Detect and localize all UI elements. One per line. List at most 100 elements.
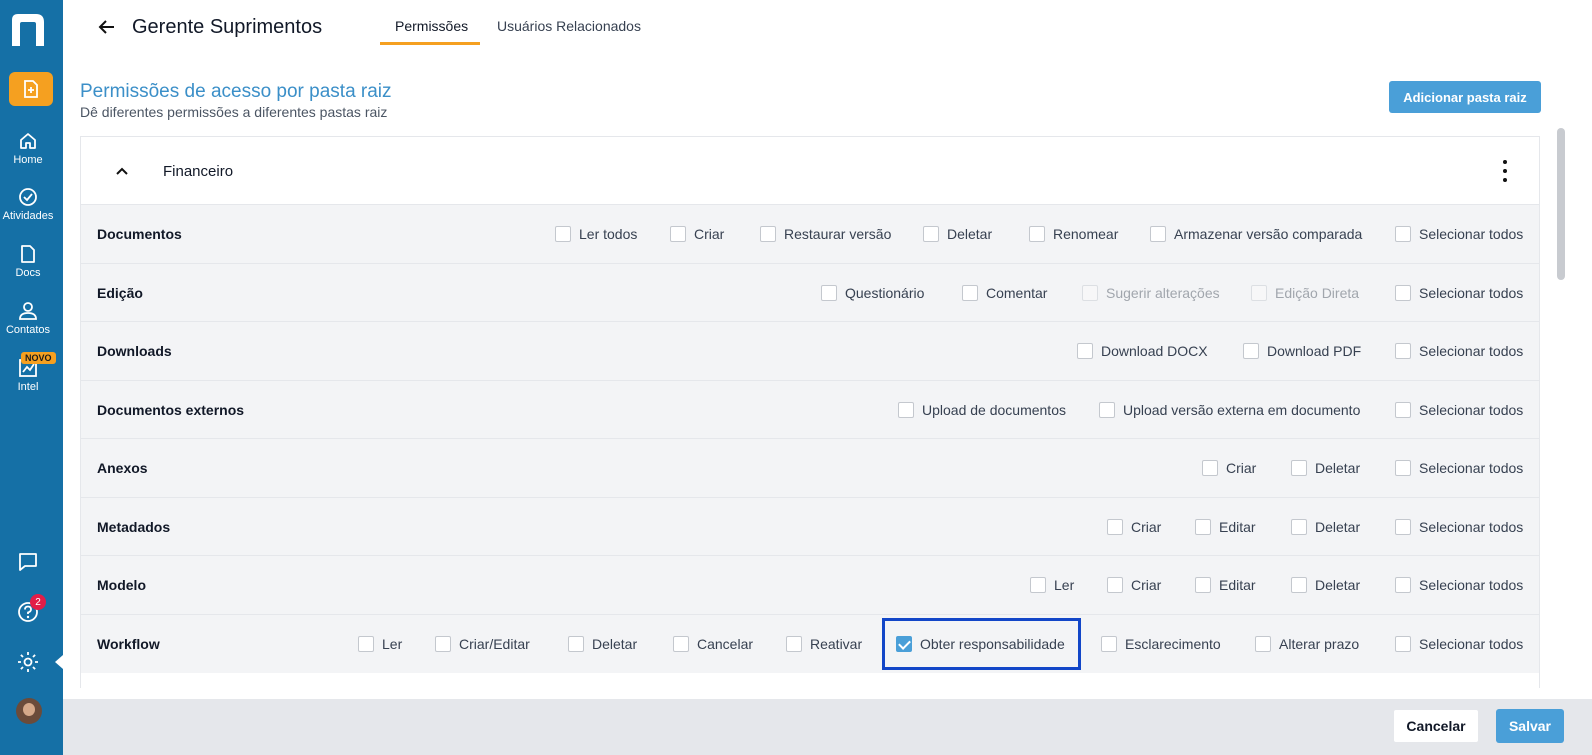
checkbox[interactable] (1395, 460, 1411, 476)
checkbox[interactable] (962, 285, 978, 301)
checkbox[interactable] (1077, 343, 1093, 359)
checkbox[interactable] (1395, 519, 1411, 535)
checkbox[interactable] (670, 226, 686, 242)
checkbox-label: Armazenar versão comparada (1174, 226, 1363, 242)
checkbox[interactable] (1101, 636, 1117, 652)
checkbox[interactable] (1395, 285, 1411, 301)
scrollbar[interactable] (1557, 128, 1565, 280)
checkbox[interactable] (760, 226, 776, 242)
permission-option[interactable]: Reativar (786, 634, 862, 654)
checkbox[interactable] (1030, 577, 1046, 593)
folder-header[interactable]: Financeiro (81, 137, 1539, 204)
permission-option[interactable]: Selecionar todos (1395, 575, 1523, 595)
checkbox[interactable] (1255, 636, 1271, 652)
permission-option[interactable]: Deletar (568, 634, 637, 654)
checkbox-label: Selecionar todos (1419, 285, 1524, 301)
permission-option[interactable]: Selecionar todos (1395, 224, 1523, 244)
checkbox[interactable] (1099, 402, 1115, 418)
permission-option[interactable]: Editar (1195, 517, 1256, 537)
sidebar-item-contatos[interactable]: Contatos (0, 300, 56, 336)
permission-option[interactable]: Download PDF (1243, 341, 1361, 361)
save-button[interactable]: Salvar (1496, 709, 1564, 743)
checkbox[interactable] (1395, 226, 1411, 242)
checkbox[interactable] (1395, 343, 1411, 359)
checkbox[interactable] (786, 636, 802, 652)
checkbox[interactable] (1291, 577, 1307, 593)
permission-option[interactable]: Selecionar todos (1395, 283, 1523, 303)
permission-category-label: Modelo (97, 577, 146, 593)
permission-option[interactable]: Esclarecimento (1101, 634, 1221, 654)
checkbox[interactable] (1291, 519, 1307, 535)
checkbox[interactable] (1029, 226, 1045, 242)
checkbox[interactable] (1107, 577, 1123, 593)
add-root-folder-button[interactable]: Adicionar pasta raiz (1389, 81, 1541, 113)
checkbox[interactable] (1395, 577, 1411, 593)
checkbox[interactable] (923, 226, 939, 242)
gear-icon[interactable] (16, 650, 40, 674)
checkbox[interactable] (1150, 226, 1166, 242)
permission-option[interactable]: Ler (358, 634, 402, 654)
permission-option[interactable]: Selecionar todos (1395, 400, 1523, 420)
checkbox-label: Ler (382, 636, 403, 652)
permission-option[interactable]: Criar (1202, 458, 1256, 478)
checkbox[interactable] (1243, 343, 1259, 359)
chevron-up-icon[interactable] (114, 163, 130, 179)
permission-option[interactable]: Deletar (923, 224, 992, 244)
permission-option[interactable]: Comentar (962, 283, 1047, 303)
checkbox[interactable] (898, 402, 914, 418)
permission-option[interactable]: Ler (1030, 575, 1074, 595)
checkbox-label: Download DOCX (1101, 343, 1208, 359)
permission-option[interactable]: Deletar (1291, 575, 1360, 595)
checkbox[interactable] (358, 636, 374, 652)
sidebar-item-atividades[interactable]: Atividades (0, 186, 56, 222)
permission-option[interactable]: Renomear (1029, 224, 1118, 244)
checkbox[interactable] (555, 226, 571, 242)
checkbox[interactable] (821, 285, 837, 301)
permission-option[interactable]: Ler todos (555, 224, 637, 244)
sidebar-item-home[interactable]: Home (0, 130, 56, 166)
back-arrow-icon[interactable] (96, 16, 118, 38)
new-document-button[interactable] (9, 72, 53, 106)
avatar[interactable] (16, 698, 42, 724)
checkbox-label: Cancelar (697, 636, 754, 652)
checkbox[interactable] (1202, 460, 1218, 476)
checkbox[interactable] (1395, 402, 1411, 418)
permission-option[interactable]: Armazenar versão comparada (1150, 224, 1362, 244)
permission-option[interactable]: Upload de documentos (898, 400, 1066, 420)
more-options-icon[interactable] (1495, 160, 1515, 182)
permission-option[interactable]: Download DOCX (1077, 341, 1208, 361)
checkbox[interactable] (1195, 577, 1211, 593)
permission-option[interactable]: Alterar prazo (1255, 634, 1359, 654)
permission-option[interactable]: Criar (1107, 517, 1161, 537)
checkbox-label: Upload versão externa em documento (1123, 402, 1361, 418)
logo-icon[interactable] (8, 10, 48, 50)
chat-icon[interactable] (16, 550, 40, 574)
permission-option[interactable]: Questionário (821, 283, 924, 303)
permission-option[interactable]: Deletar (1291, 517, 1360, 537)
permission-option[interactable]: Criar (1107, 575, 1161, 595)
permission-option[interactable]: Deletar (1291, 458, 1360, 478)
permission-option[interactable]: Selecionar todos (1395, 517, 1523, 537)
permission-option[interactable]: Selecionar todos (1395, 341, 1523, 361)
permission-option[interactable]: Selecionar todos (1395, 458, 1523, 478)
permission-option[interactable]: Criar (670, 224, 724, 244)
tab-permissoes[interactable]: Permissões (395, 18, 468, 34)
checkbox[interactable] (1395, 636, 1411, 652)
permission-option[interactable]: Restaurar versão (760, 224, 891, 244)
permission-option[interactable]: Editar (1195, 575, 1256, 595)
checkbox[interactable] (435, 636, 451, 652)
cancel-button[interactable]: Cancelar (1393, 709, 1479, 743)
tab-usuarios-relacionados[interactable]: Usuários Relacionados (497, 18, 641, 34)
checkbox[interactable] (1291, 460, 1307, 476)
checkbox-label: Esclarecimento (1125, 636, 1221, 652)
checkbox[interactable] (1107, 519, 1123, 535)
sidebar-item-docs[interactable]: Docs (0, 243, 56, 279)
checkbox[interactable] (673, 636, 689, 652)
permission-option[interactable]: Selecionar todos (1395, 634, 1523, 654)
permission-option[interactable]: Upload versão externa em documento (1099, 400, 1360, 420)
checkbox[interactable] (1195, 519, 1211, 535)
checkbox[interactable] (568, 636, 584, 652)
permission-option[interactable]: Cancelar (673, 634, 753, 654)
checkbox-label: Deletar (1315, 460, 1361, 476)
permission-option[interactable]: Criar/Editar (435, 634, 530, 654)
